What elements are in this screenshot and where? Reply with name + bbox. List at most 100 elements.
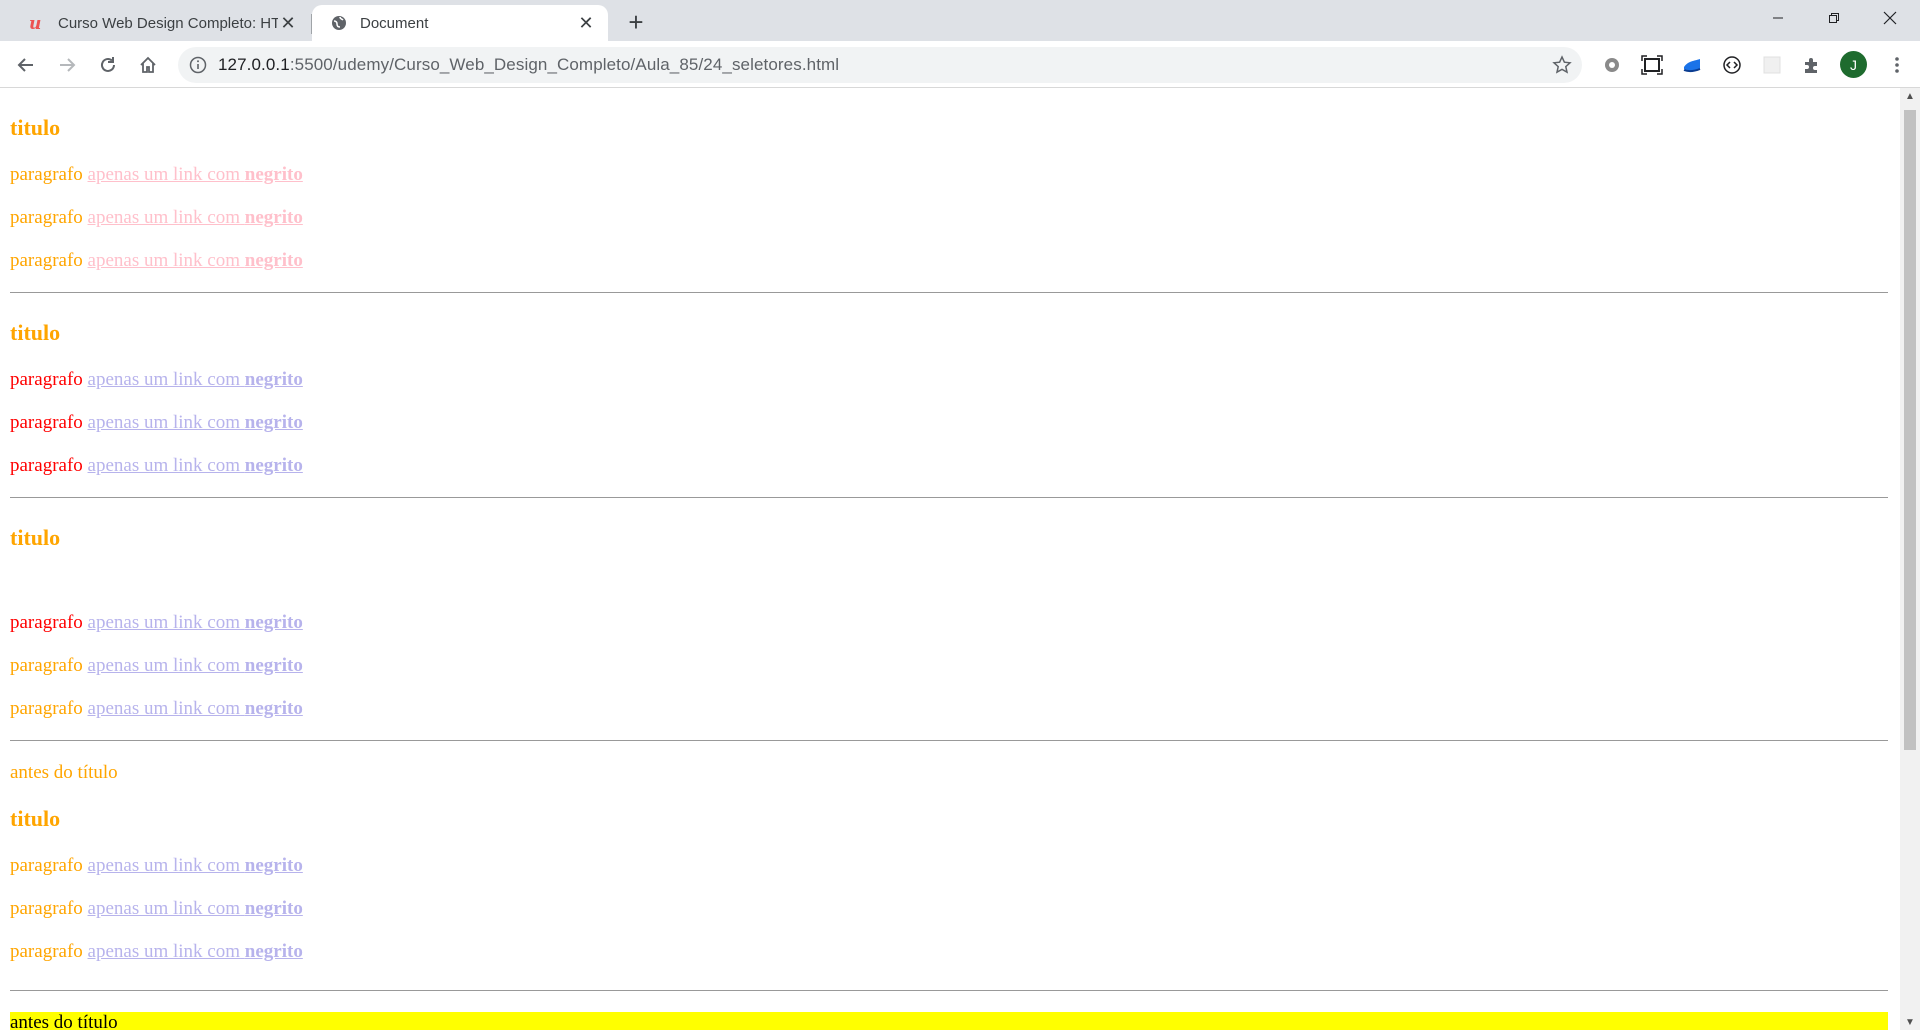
bold-text: negrito bbox=[244, 412, 303, 433]
bold-text: negrito bbox=[244, 207, 303, 228]
bold-text: negrito bbox=[244, 455, 303, 476]
extension-wave-icon[interactable] bbox=[1678, 51, 1706, 79]
home-icon bbox=[140, 56, 156, 73]
inline-link[interactable]: apenas um link com negrito bbox=[88, 655, 303, 676]
section-heading: titulo bbox=[10, 115, 61, 140]
scroll-up-arrow-icon[interactable]: ▲ bbox=[1900, 88, 1920, 104]
paragraph-text: paragrafo bbox=[10, 655, 83, 676]
info-icon[interactable] bbox=[178, 56, 218, 74]
restore-button[interactable] bbox=[1806, 0, 1862, 36]
paragraph: paragrafo apenas um link com negrito bbox=[10, 250, 303, 272]
restore-icon bbox=[1829, 13, 1839, 23]
window-close-button[interactable] bbox=[1862, 0, 1918, 36]
section-heading: titulo bbox=[10, 525, 61, 550]
bold-text: negrito bbox=[244, 164, 303, 185]
bold-text: negrito bbox=[244, 698, 303, 719]
inline-link[interactable]: apenas um link com negrito bbox=[88, 369, 303, 390]
inline-link[interactable]: apenas um link com negrito bbox=[88, 164, 303, 185]
udemy-icon: u bbox=[28, 14, 46, 32]
paragraph: paragrafo apenas um link com negrito bbox=[10, 412, 303, 434]
svg-text:u: u bbox=[29, 14, 41, 32]
tab-udemy[interactable]: u Curso Web Design Completo: HT ✕ bbox=[10, 5, 310, 41]
inline-link[interactable]: apenas um link com negrito bbox=[88, 698, 303, 719]
inline-link[interactable]: apenas um link com negrito bbox=[88, 898, 303, 919]
link-text: apenas um link com bbox=[87, 412, 241, 433]
extension-placeholder-icon[interactable] bbox=[1758, 51, 1786, 79]
extension-screenshot-icon[interactable] bbox=[1638, 51, 1666, 79]
bold-text: negrito bbox=[244, 898, 303, 919]
close-icon[interactable]: ✕ bbox=[576, 13, 596, 33]
home-button[interactable] bbox=[132, 49, 164, 81]
link-text: apenas um link com bbox=[87, 655, 241, 676]
scroll-thumb[interactable] bbox=[1904, 110, 1916, 750]
bold-text: negrito bbox=[244, 855, 303, 876]
paragraph-text: paragrafo bbox=[10, 164, 83, 185]
reload-icon bbox=[101, 57, 115, 72]
paragraph-text: paragrafo bbox=[10, 612, 83, 633]
link-text: apenas um link com bbox=[87, 369, 241, 390]
inline-link[interactable]: apenas um link com negrito bbox=[88, 207, 303, 228]
paragraph: paragrafo apenas um link com negrito bbox=[10, 855, 303, 877]
paragraph: paragrafo apenas um link com negrito bbox=[10, 369, 303, 391]
paragraph: paragrafo apenas um link com negrito bbox=[10, 655, 303, 677]
link-text: apenas um link com bbox=[87, 941, 241, 962]
page-viewport: titulo paragrafo apenas um link com negr… bbox=[0, 88, 1900, 1030]
inline-link[interactable]: apenas um link com negrito bbox=[88, 612, 303, 633]
paragraph: paragrafo apenas um link com negrito bbox=[10, 941, 303, 963]
address-bar[interactable]: 127.0.0.1:5500/udemy/Curso_Web_Design_Co… bbox=[178, 47, 1582, 83]
link-text: apenas um link com bbox=[87, 455, 241, 476]
divider bbox=[10, 740, 1888, 741]
link-text: apenas um link com bbox=[87, 164, 241, 185]
inline-link[interactable]: apenas um link com negrito bbox=[88, 250, 303, 271]
tab-title: Document bbox=[360, 14, 429, 32]
profile-avatar[interactable]: J bbox=[1840, 51, 1867, 78]
inline-link[interactable]: apenas um link com negrito bbox=[88, 941, 303, 962]
paragraph-text: paragrafo bbox=[10, 855, 83, 876]
menu-dots-icon[interactable] bbox=[1883, 51, 1911, 79]
divider bbox=[10, 292, 1888, 293]
tab-title: Curso Web Design Completo: HT bbox=[58, 14, 278, 32]
tab-document[interactable]: Document ✕ bbox=[312, 5, 608, 41]
reload-button[interactable] bbox=[92, 49, 124, 81]
paragraph-text: paragrafo bbox=[10, 412, 83, 433]
divider bbox=[10, 497, 1888, 498]
new-tab-button[interactable]: + bbox=[622, 7, 650, 37]
vertical-scrollbar[interactable]: ▲ ▼ bbox=[1900, 88, 1920, 1030]
extension-gear-icon[interactable] bbox=[1598, 51, 1626, 79]
paragraph: paragrafo apenas um link com negrito bbox=[10, 898, 303, 920]
section-heading: titulo bbox=[10, 320, 61, 345]
url-text[interactable]: 127.0.0.1:5500/udemy/Curso_Web_Design_Co… bbox=[218, 55, 1542, 75]
paragraph: paragrafo apenas um link com negrito bbox=[10, 455, 303, 477]
bookmark-star-icon[interactable] bbox=[1542, 55, 1582, 75]
minimize-button[interactable] bbox=[1750, 0, 1806, 36]
paragraph-text: paragrafo bbox=[10, 250, 83, 271]
link-text: apenas um link com bbox=[87, 207, 241, 228]
url-host: 127.0.0.1 bbox=[218, 55, 290, 74]
url-path: :5500/udemy/Curso_Web_Design_Completo/Au… bbox=[289, 55, 840, 74]
bold-text: negrito bbox=[244, 941, 303, 962]
before-title-text: antes do título bbox=[10, 762, 118, 783]
inline-link[interactable]: apenas um link com negrito bbox=[88, 412, 303, 433]
paragraph-text: paragrafo bbox=[10, 698, 83, 719]
link-text: apenas um link com bbox=[87, 612, 241, 633]
bold-text: negrito bbox=[244, 369, 303, 390]
paragraph: paragrafo apenas um link com negrito bbox=[10, 164, 303, 186]
bold-text: negrito bbox=[244, 655, 303, 676]
back-arrow-icon bbox=[17, 58, 33, 72]
inline-link[interactable]: apenas um link com negrito bbox=[88, 455, 303, 476]
link-text: apenas um link com bbox=[87, 698, 241, 719]
link-text: apenas um link com bbox=[87, 855, 241, 876]
globe-icon bbox=[330, 14, 348, 32]
inline-link[interactable]: apenas um link com negrito bbox=[88, 855, 303, 876]
forward-button[interactable] bbox=[51, 49, 83, 81]
paragraph-text: paragrafo bbox=[10, 369, 83, 390]
divider bbox=[10, 990, 1888, 991]
extension-code-icon[interactable] bbox=[1718, 51, 1746, 79]
close-icon[interactable]: ✕ bbox=[278, 13, 298, 33]
paragraph-text: paragrafo bbox=[10, 898, 83, 919]
highlighted-before-title: antes do título bbox=[10, 1012, 1888, 1030]
extensions-puzzle-icon[interactable] bbox=[1798, 51, 1826, 79]
back-button[interactable] bbox=[10, 49, 42, 81]
bold-text: negrito bbox=[244, 612, 303, 633]
scroll-down-arrow-icon[interactable]: ▼ bbox=[1900, 1014, 1920, 1030]
